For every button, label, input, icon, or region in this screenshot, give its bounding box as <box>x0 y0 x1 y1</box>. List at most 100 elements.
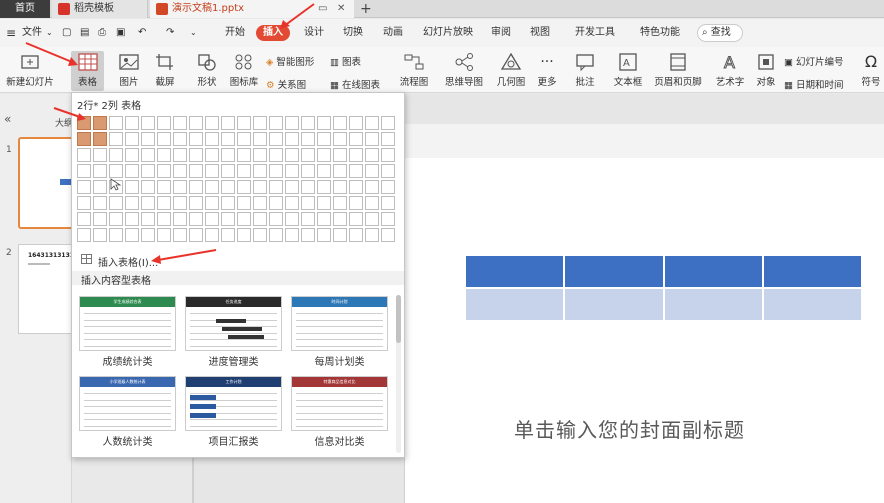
grid-cell[interactable] <box>109 148 123 162</box>
grid-cell[interactable] <box>221 196 235 210</box>
grid-cell[interactable] <box>141 116 155 130</box>
grid-cell[interactable] <box>189 164 203 178</box>
grid-cell[interactable] <box>349 196 363 210</box>
online-chart-button[interactable]: ▦ 在线图表 <box>330 77 380 91</box>
template-card[interactable]: 时间计划 每周计划类 <box>291 296 388 368</box>
mindmap-button[interactable]: 思维导图 <box>440 52 488 88</box>
grid-cell[interactable] <box>237 164 251 178</box>
grid-cell[interactable] <box>109 116 123 130</box>
grid-cell[interactable] <box>93 180 107 194</box>
menu-view[interactable]: 视图 <box>530 25 550 41</box>
grid-cell[interactable] <box>189 212 203 226</box>
grid-cell[interactable] <box>125 228 139 242</box>
grid-cell[interactable] <box>317 148 331 162</box>
close-icon[interactable]: ✕ <box>337 0 345 18</box>
textbox-button[interactable]: A 文本框 <box>608 52 648 88</box>
grid-cell[interactable] <box>333 164 347 178</box>
grid-cell[interactable] <box>189 228 203 242</box>
grid-cell[interactable] <box>285 116 299 130</box>
table-cell[interactable] <box>763 289 861 320</box>
grid-cell[interactable] <box>301 148 315 162</box>
grid-cell[interactable] <box>381 132 395 146</box>
slide-table-header-row[interactable] <box>466 256 861 287</box>
grid-cell[interactable] <box>125 116 139 130</box>
grid-cell[interactable] <box>301 116 315 130</box>
grid-cell[interactable] <box>253 196 267 210</box>
grid-cell[interactable] <box>253 164 267 178</box>
grid-cell[interactable] <box>157 228 171 242</box>
menu-slideshow[interactable]: 幻灯片放映 <box>423 25 473 41</box>
header-footer-button[interactable]: 页眉和页脚 <box>652 52 704 88</box>
grid-cell[interactable] <box>93 148 107 162</box>
menu-design[interactable]: 设计 <box>304 25 324 41</box>
menu-review[interactable]: 审阅 <box>491 25 511 41</box>
relation-button[interactable]: ⚙ 关系图 <box>266 77 306 91</box>
grid-cell[interactable] <box>253 228 267 242</box>
grid-cell[interactable] <box>285 148 299 162</box>
shape-button[interactable]: 形状 <box>190 52 224 88</box>
grid-cell[interactable] <box>189 180 203 194</box>
grid-cell[interactable] <box>317 164 331 178</box>
grid-cell[interactable] <box>253 132 267 146</box>
grid-cell[interactable] <box>77 196 91 210</box>
slide-table-row[interactable] <box>466 289 861 320</box>
collapse-panel-icon[interactable]: « <box>4 112 11 126</box>
grid-cell[interactable] <box>333 148 347 162</box>
template-scrollbar-thumb[interactable] <box>396 295 401 343</box>
grid-cell[interactable] <box>237 132 251 146</box>
grid-cell[interactable] <box>189 116 203 130</box>
tab-home[interactable]: 首页 <box>0 0 50 18</box>
undo-icon[interactable]: ↶ <box>138 25 146 41</box>
grid-cell[interactable] <box>301 180 315 194</box>
grid-cell[interactable] <box>109 180 123 194</box>
menu-transition[interactable]: 切换 <box>343 25 363 41</box>
grid-cell[interactable] <box>333 132 347 146</box>
template-card[interactable]: 工作计划 项目汇报类 <box>185 376 282 448</box>
grid-cell[interactable] <box>125 132 139 146</box>
grid-cell[interactable] <box>253 180 267 194</box>
template-card[interactable]: 小学班级人数统计表 人数统计类 <box>79 376 176 448</box>
grid-cell[interactable] <box>285 180 299 194</box>
save-icon[interactable]: ▢ <box>62 25 71 41</box>
grid-cell[interactable] <box>221 148 235 162</box>
grid-cell[interactable] <box>253 148 267 162</box>
grid-cell[interactable] <box>301 196 315 210</box>
grid-cell[interactable] <box>365 164 379 178</box>
grid-cell[interactable] <box>173 116 187 130</box>
template-card[interactable]: 特惠商品信息对比 信息对比类 <box>291 376 388 448</box>
grid-cell[interactable] <box>205 132 219 146</box>
menu-features[interactable]: 特色功能 <box>640 25 680 41</box>
grid-cell[interactable] <box>125 196 139 210</box>
grid-cell[interactable] <box>381 164 395 178</box>
datetime-button[interactable]: ▦ 日期和时间 <box>784 77 844 91</box>
grid-cell[interactable] <box>77 212 91 226</box>
grid-cell[interactable] <box>237 212 251 226</box>
grid-cell[interactable] <box>269 180 283 194</box>
grid-cell[interactable] <box>189 132 203 146</box>
grid-cell[interactable] <box>205 212 219 226</box>
object-button[interactable]: 对象 <box>752 52 780 88</box>
grid-cell[interactable] <box>157 212 171 226</box>
grid-cell[interactable] <box>269 116 283 130</box>
image-button[interactable]: 图片 <box>112 52 146 88</box>
template-card[interactable]: 学生成绩综合表 成绩统计类 <box>79 296 176 368</box>
grid-cell[interactable] <box>173 132 187 146</box>
grid-cell[interactable] <box>93 228 107 242</box>
flowchart-button[interactable]: 流程图 <box>394 52 434 88</box>
comment-button[interactable]: 批注 <box>570 52 600 88</box>
tab-templates[interactable]: 稻壳模板 <box>52 0 148 18</box>
quick-access-chevron-icon[interactable]: ⌄ <box>190 25 197 41</box>
smart-graphic-button[interactable]: ◈ 智能图形 <box>266 54 314 68</box>
grid-cell[interactable] <box>317 180 331 194</box>
grid-cell[interactable] <box>333 212 347 226</box>
grid-cell[interactable] <box>333 180 347 194</box>
grid-cell[interactable] <box>349 180 363 194</box>
grid-cell[interactable] <box>333 196 347 210</box>
grid-cell[interactable] <box>157 196 171 210</box>
table-cell[interactable] <box>466 289 566 320</box>
grid-cell[interactable] <box>93 212 107 226</box>
grid-cell[interactable] <box>173 196 187 210</box>
grid-cell[interactable] <box>381 180 395 194</box>
menu-developer[interactable]: 开发工具 <box>575 25 615 41</box>
grid-cell[interactable] <box>125 164 139 178</box>
